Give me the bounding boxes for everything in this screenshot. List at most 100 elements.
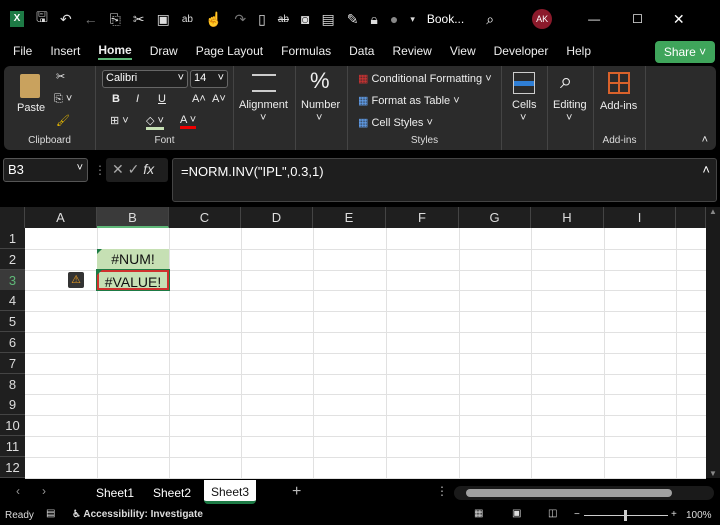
- number-button[interactable]: % Number ˅: [296, 66, 348, 150]
- tab-page-layout[interactable]: Page Layout: [196, 44, 263, 58]
- new-icon[interactable]: ▯: [258, 11, 266, 28]
- tab-draw[interactable]: Draw: [150, 44, 178, 58]
- cell-b2[interactable]: #NUM!: [97, 248, 169, 270]
- minimize-button[interactable]: —: [588, 12, 600, 26]
- back-icon[interactable]: ←: [84, 11, 98, 27]
- sheet-tab-sheet1[interactable]: Sheet1: [96, 486, 134, 500]
- underline-button[interactable]: U: [158, 93, 166, 105]
- conditional-formatting-button[interactable]: ▦ Conditional Formatting ˅: [358, 72, 492, 85]
- copy-icon[interactable]: ⎘: [110, 11, 121, 28]
- row-header-4[interactable]: 4: [0, 290, 25, 312]
- expand-icon[interactable]: ˄: [702, 162, 710, 177]
- error-warning-icon[interactable]: ⚠: [68, 271, 84, 288]
- font-size-select[interactable]: 14 ˅: [190, 70, 228, 88]
- zoom-level[interactable]: 100%: [686, 510, 712, 521]
- select-all-corner[interactable]: [0, 207, 25, 228]
- save-icon[interactable]: 🖫: [36, 7, 48, 31]
- increase-font-icon[interactable]: A˄: [192, 93, 206, 105]
- row-header-12[interactable]: 12: [0, 456, 25, 478]
- horizontal-scrollbar[interactable]: [454, 486, 714, 500]
- zoom-slider[interactable]: [584, 510, 668, 521]
- share-button[interactable]: Share ˅: [655, 41, 715, 63]
- next-sheet-icon[interactable]: ›: [42, 484, 46, 498]
- tab-developer[interactable]: Developer: [494, 44, 549, 58]
- addins-icon[interactable]: [608, 72, 630, 94]
- maximize-button[interactable]: ☐: [632, 12, 643, 26]
- row-header-5[interactable]: 5: [0, 311, 25, 333]
- vertical-scrollbar[interactable]: ▲ ▼: [706, 207, 720, 478]
- tab-formulas[interactable]: Formulas: [281, 44, 331, 58]
- cut-icon[interactable]: ✂: [56, 70, 65, 83]
- column-header-a[interactable]: A: [25, 207, 97, 228]
- cell-b3[interactable]: #VALUE!: [96, 268, 170, 292]
- row-header-2[interactable]: 2: [0, 248, 25, 270]
- cut-icon[interactable]: ✂: [133, 11, 145, 28]
- font-color-icon[interactable]: A ˅: [180, 114, 197, 129]
- bold-button[interactable]: B: [112, 93, 120, 105]
- format-painter-icon[interactable]: ✎: [347, 11, 359, 28]
- tab-help[interactable]: Help: [566, 44, 591, 58]
- tab-review[interactable]: Review: [392, 44, 431, 58]
- cells-button[interactable]: Cells ˅: [502, 66, 548, 150]
- customize-icon[interactable]: ▾: [410, 14, 415, 25]
- record-icon[interactable]: ●: [390, 11, 398, 27]
- avatar[interactable]: AK: [532, 9, 553, 29]
- spelling-icon[interactable]: ab: [182, 14, 193, 25]
- row-header-10[interactable]: 10: [0, 415, 25, 437]
- tab-data[interactable]: Data: [349, 44, 374, 58]
- editing-button[interactable]: ⌕ Editing ˅: [548, 66, 594, 150]
- row-header-1[interactable]: 1: [0, 228, 25, 249]
- addins-button[interactable]: Add-ins: [600, 100, 637, 112]
- normal-view-icon[interactable]: ▦: [474, 508, 483, 519]
- redo-icon[interactable]: ↷: [234, 11, 246, 28]
- row-header-3[interactable]: 3: [0, 269, 25, 291]
- insert-function-button[interactable]: fx: [143, 161, 154, 177]
- more-icon[interactable]: ⋮: [436, 484, 448, 498]
- cell-styles-button[interactable]: ▦ Cell Styles ˅: [358, 116, 433, 129]
- form-icon[interactable]: ▤: [321, 11, 334, 28]
- prev-sheet-icon[interactable]: ‹: [16, 484, 20, 498]
- column-header-partial[interactable]: [676, 207, 706, 228]
- zoom-in-button[interactable]: +: [671, 509, 677, 520]
- search-icon[interactable]: ⌕: [486, 11, 494, 28]
- touch-icon[interactable]: ☝: [205, 11, 222, 28]
- undo-icon[interactable]: ↶: [60, 11, 72, 28]
- column-header-b[interactable]: B: [97, 207, 169, 228]
- tab-view[interactable]: View: [450, 44, 476, 58]
- tab-home[interactable]: Home: [98, 43, 132, 60]
- fill-color-icon[interactable]: ◇ ˅: [146, 114, 164, 130]
- row-header-7[interactable]: 7: [0, 352, 25, 374]
- macro-record-icon[interactable]: ▤: [46, 508, 55, 519]
- column-header-c[interactable]: C: [169, 207, 241, 228]
- format-painter-icon[interactable]: 🖌︎: [56, 114, 70, 127]
- page-layout-view-icon[interactable]: ▣: [512, 508, 521, 519]
- sheet-tab-sheet3[interactable]: Sheet3: [204, 480, 256, 504]
- enter-icon[interactable]: ✓: [128, 161, 140, 177]
- paste-button[interactable]: Paste: [17, 102, 45, 114]
- font-name-select[interactable]: Calibri ˅: [102, 70, 188, 88]
- row-header-8[interactable]: 8: [0, 373, 25, 395]
- page-break-view-icon[interactable]: ◫: [548, 508, 557, 519]
- accessibility-button[interactable]: ♿︎ Accessibility: Investigate: [72, 509, 203, 520]
- copy-icon[interactable]: ⎘ ˅: [54, 93, 72, 106]
- column-header-h[interactable]: H: [531, 207, 604, 228]
- column-header-g[interactable]: G: [459, 207, 531, 228]
- image-icon[interactable]: ▣: [157, 11, 170, 28]
- strikethrough-icon[interactable]: ab: [278, 14, 289, 25]
- formula-input[interactable]: =NORM.INV("IPL",0.3,1) ˄: [172, 158, 717, 202]
- cancel-icon[interactable]: ✕: [112, 161, 124, 177]
- column-header-d[interactable]: D: [241, 207, 313, 228]
- alignment-button[interactable]: Alignment ˅: [234, 66, 296, 150]
- worksheet-grid[interactable]: A B C D E F G H I 1 2 3 4 5 6 7 8 9 10 11 12 #NUM! #VALUE! ⚠: [0, 207, 706, 479]
- camera-icon[interactable]: ◙: [301, 11, 309, 27]
- row-header-11[interactable]: 11: [0, 436, 25, 457]
- name-box[interactable]: B3 ˅: [3, 158, 88, 182]
- column-header-e[interactable]: E: [313, 207, 386, 228]
- collapse-ribbon-icon[interactable]: ˄: [702, 134, 708, 146]
- add-sheet-button[interactable]: +: [292, 483, 301, 501]
- zoom-out-button[interactable]: −: [574, 509, 580, 520]
- column-header-f[interactable]: F: [386, 207, 459, 228]
- tab-insert[interactable]: Insert: [50, 44, 80, 58]
- more-icon[interactable]: ⋮: [94, 163, 106, 177]
- scroll-thumb[interactable]: [466, 489, 672, 497]
